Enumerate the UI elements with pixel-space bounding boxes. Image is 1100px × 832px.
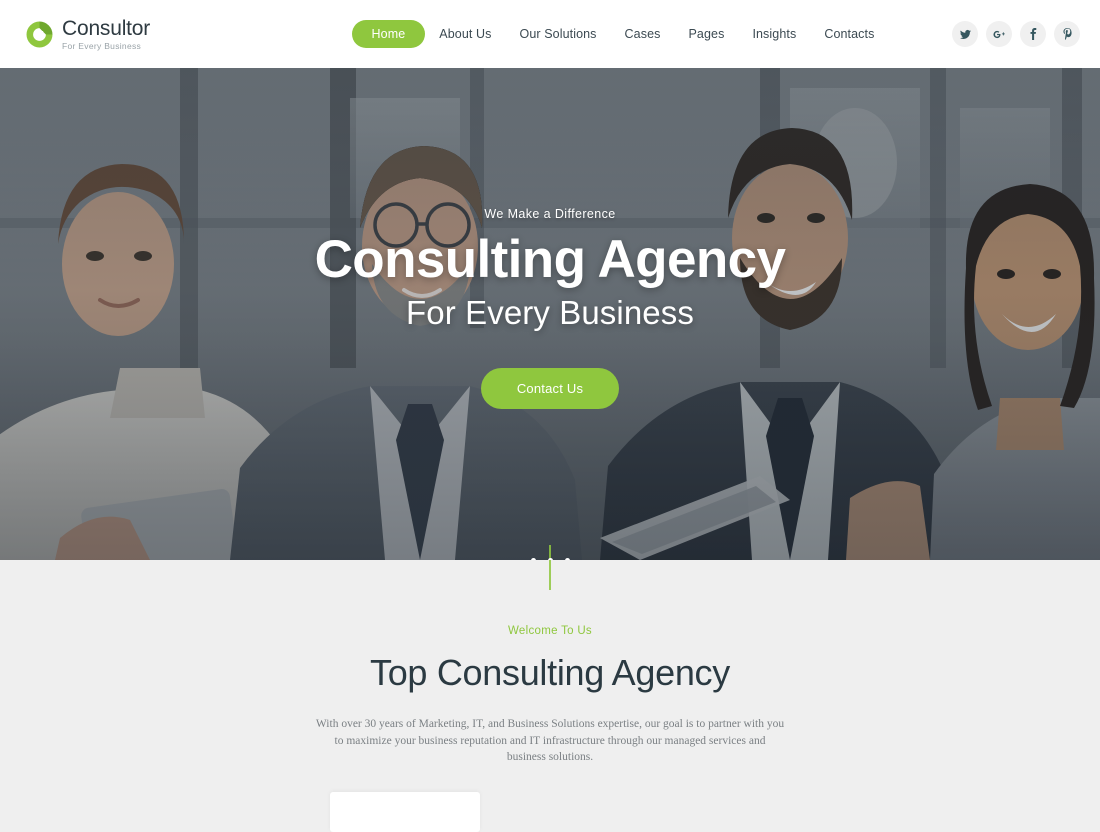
slider-dot-2[interactable] [547, 558, 553, 560]
nav-item-cases[interactable]: Cases [611, 20, 675, 48]
nav-item-about-us[interactable]: About Us [425, 20, 505, 48]
slider-dot-1[interactable] [530, 558, 536, 560]
brand-tagline: For Every Business [62, 40, 142, 51]
nav-item-contacts[interactable]: Contacts [810, 20, 888, 48]
nav-item-insights[interactable]: Insights [738, 20, 810, 48]
social-links [920, 21, 1080, 47]
facebook-icon[interactable] [1020, 21, 1046, 47]
nav-item-pages[interactable]: Pages [674, 20, 738, 48]
pinterest-icon[interactable] [1054, 21, 1080, 47]
hero-title: Consulting Agency [314, 230, 786, 289]
nav-item-home[interactable]: Home [351, 20, 426, 48]
hero-title-secondary: For Every Business [406, 293, 694, 331]
circular-c-logo-icon [24, 19, 55, 50]
hero-subtitle: We Make a Difference [484, 207, 616, 221]
twitter-icon[interactable] [952, 21, 978, 47]
welcome-section: Welcome To Us Top Consulting Agency With… [0, 545, 1100, 800]
slider-dot-3[interactable] [564, 558, 570, 560]
brand-logo[interactable]: Consultor For Every Business [20, 18, 320, 51]
slider-dots [0, 558, 1100, 560]
main-navigation: Home About Us Our Solutions Cases Pages … [320, 20, 920, 48]
brand-name: Consultor [62, 16, 151, 40]
welcome-kicker: Welcome To Us [507, 625, 592, 637]
site-header: Consultor For Every Business Home About … [0, 0, 1100, 68]
hero-slider: We Make a Difference Consulting Agency F… [0, 68, 1100, 560]
contact-us-button[interactable]: Contact Us [480, 367, 620, 409]
google-plus-icon[interactable] [986, 21, 1012, 47]
welcome-title: Top Consulting Agency [370, 652, 730, 693]
feature-card-peek[interactable] [330, 792, 480, 832]
welcome-body: With over 30 years of Marketing, IT, and… [315, 718, 785, 764]
nav-item-our-solutions[interactable]: Our Solutions [506, 20, 611, 48]
